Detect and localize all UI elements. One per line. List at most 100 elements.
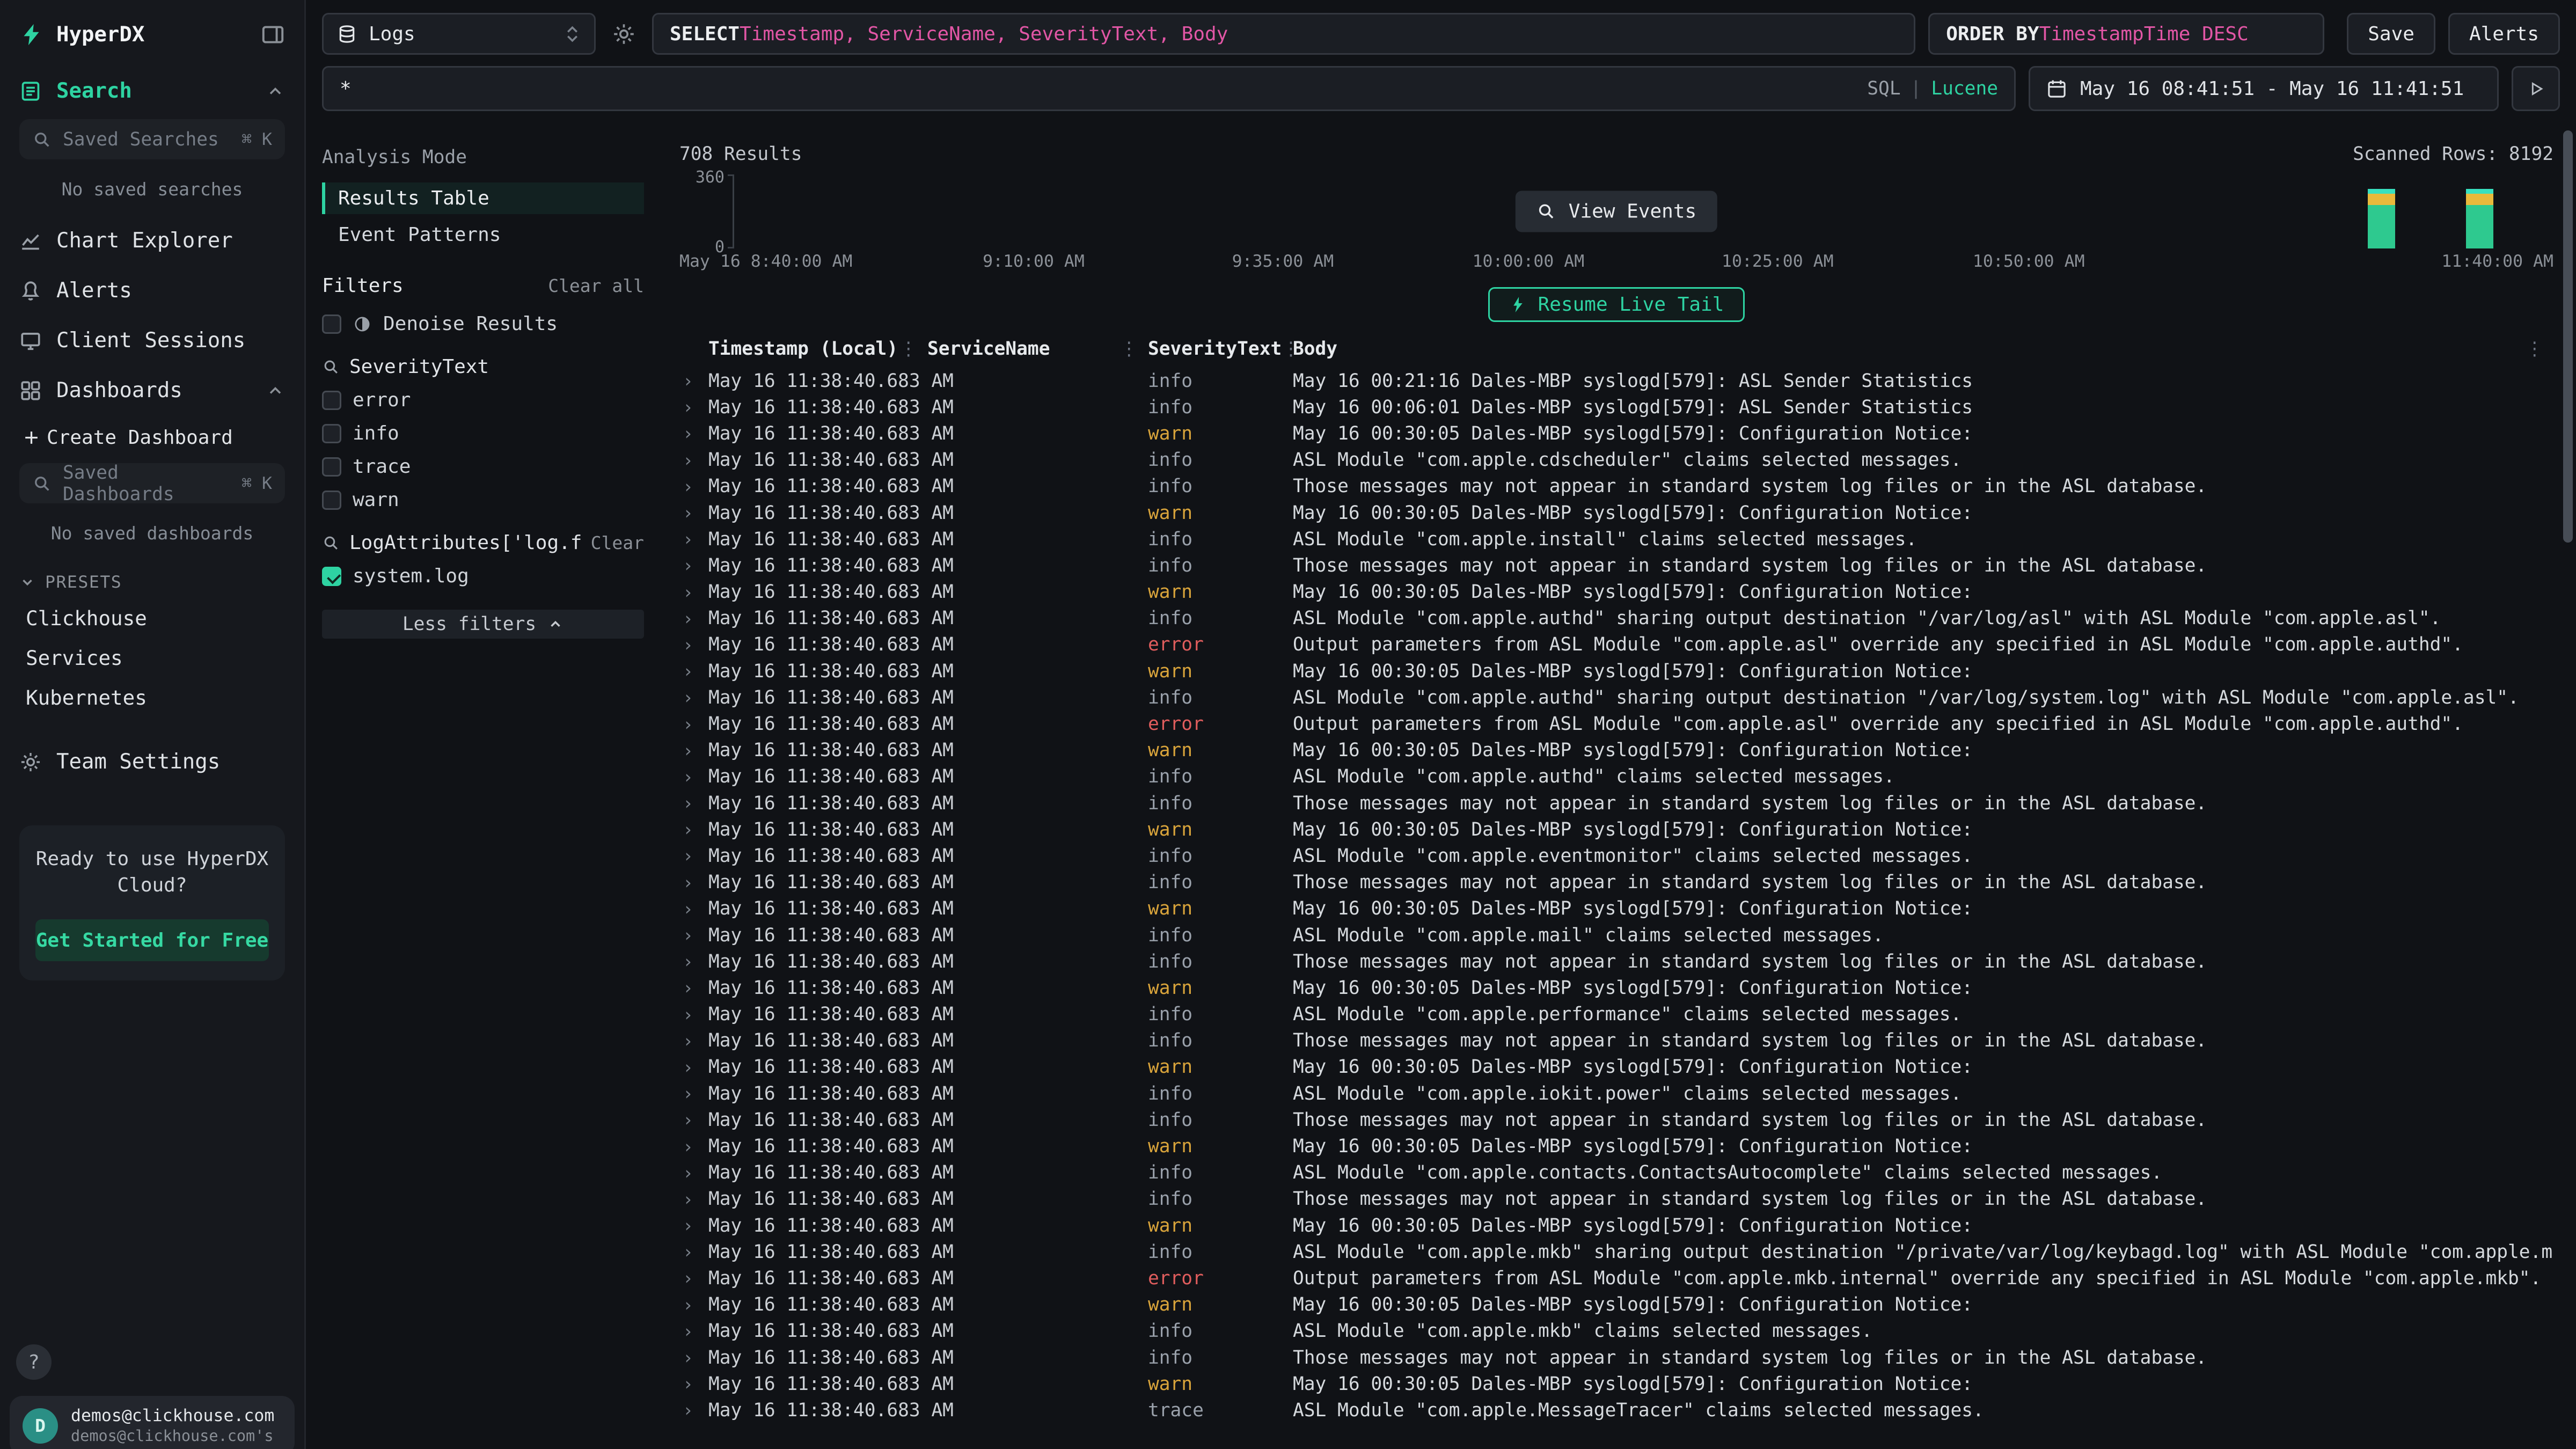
preset-item-kubernetes[interactable]: Kubernetes (0, 678, 304, 718)
table-row[interactable]: ›May 16 11:38:40.683 AMwarnMay 16 00:30:… (679, 816, 2553, 843)
mode-results-table[interactable]: Results Table (322, 182, 644, 214)
row-expand-chevron-icon[interactable]: › (679, 1215, 708, 1236)
row-expand-chevron-icon[interactable]: › (679, 845, 708, 866)
row-expand-chevron-icon[interactable]: › (679, 608, 708, 629)
row-expand-chevron-icon[interactable]: › (679, 423, 708, 444)
severity-checkbox-info[interactable] (322, 424, 341, 443)
row-expand-chevron-icon[interactable]: › (679, 1294, 708, 1315)
lucene-toggle[interactable]: Lucene (1931, 78, 1998, 99)
table-row[interactable]: ›May 16 11:38:40.683 AMwarnMay 16 00:30:… (679, 1212, 2553, 1239)
row-expand-chevron-icon[interactable]: › (679, 661, 708, 682)
row-expand-chevron-icon[interactable]: › (679, 1057, 708, 1078)
severity-option-warn[interactable]: warn (322, 489, 644, 511)
date-range-picker[interactable]: May 16 08:41:51 - May 16 11:41:51 (2029, 66, 2499, 111)
table-row[interactable]: ›May 16 11:38:40.683 AMinfoASL Module "c… (679, 1239, 2553, 1265)
histogram-bar-1[interactable] (2466, 189, 2493, 248)
row-expand-chevron-icon[interactable]: › (679, 397, 708, 418)
presets-toggle[interactable]: PRESETS (0, 560, 304, 598)
table-row[interactable]: ›May 16 11:38:40.683 AMinfoThose message… (679, 473, 2553, 500)
row-expand-chevron-icon[interactable]: › (679, 555, 708, 576)
logfile-option-system.log[interactable]: system.log (322, 565, 644, 587)
table-row[interactable]: ›May 16 11:38:40.683 AMwarnMay 16 00:30:… (679, 737, 2553, 764)
row-expand-chevron-icon[interactable]: › (679, 766, 708, 787)
order-by-input[interactable]: ORDER BY TimestampTime DESC (1928, 13, 2324, 55)
row-expand-chevron-icon[interactable]: › (679, 634, 708, 655)
severity-option-info[interactable]: info (322, 422, 644, 444)
row-expand-chevron-icon[interactable]: › (679, 1321, 708, 1342)
row-expand-chevron-icon[interactable]: › (679, 925, 708, 946)
select-clause-input[interactable]: SELECT Timestamp, ServiceName, SeverityT… (652, 13, 1915, 55)
saved-searches-input[interactable]: Saved Searches ⌘ K (19, 119, 285, 159)
sidebar-item-search[interactable]: Search (0, 66, 304, 116)
table-row[interactable]: ›May 16 11:38:40.683 AMinfoASL Module "c… (679, 1001, 2553, 1028)
table-row[interactable]: ›May 16 11:38:40.683 AMinfoMay 16 00:21:… (679, 368, 2553, 394)
row-expand-chevron-icon[interactable]: › (679, 1347, 708, 1368)
table-row[interactable]: ›May 16 11:38:40.683 AMinfoThose message… (679, 1186, 2553, 1212)
row-expand-chevron-icon[interactable]: › (679, 1373, 708, 1394)
table-row[interactable]: ›May 16 11:38:40.683 AMwarnMay 16 00:30:… (679, 658, 2553, 684)
table-row[interactable]: ›May 16 11:38:40.683 AMinfoMay 16 00:06:… (679, 394, 2553, 420)
row-expand-chevron-icon[interactable]: › (679, 951, 708, 972)
table-row[interactable]: ›May 16 11:38:40.683 AMerrorOutput param… (679, 1265, 2553, 1291)
logfile-clear-link[interactable]: Clear (591, 532, 644, 553)
table-row[interactable]: ›May 16 11:38:40.683 AMwarnMay 16 00:30:… (679, 420, 2553, 447)
table-row[interactable]: ›May 16 11:38:40.683 AMwarnMay 16 00:30:… (679, 1054, 2553, 1080)
row-expand-chevron-icon[interactable]: › (679, 898, 708, 919)
table-row[interactable]: ›May 16 11:38:40.683 AMinfoASL Module "c… (679, 526, 2553, 552)
severity-checkbox-trace[interactable] (322, 457, 341, 477)
table-row[interactable]: ›May 16 11:38:40.683 AMwarnMay 16 00:30:… (679, 579, 2553, 605)
row-expand-chevron-icon[interactable]: › (679, 687, 708, 708)
logfile-checkbox-system.log[interactable] (322, 567, 341, 586)
view-events-button[interactable]: View Events (1516, 191, 1717, 232)
table-row[interactable]: ›May 16 11:38:40.683 AMtraceASL Module "… (679, 1397, 2553, 1423)
sidebar-item-chart-explorer[interactable]: Chart Explorer (0, 216, 304, 266)
histogram-bar-0[interactable] (2368, 189, 2395, 248)
scrollbar-thumb[interactable] (2563, 130, 2573, 543)
table-row[interactable]: ›May 16 11:38:40.683 AMerrorOutput param… (679, 711, 2553, 737)
denoise-checkbox-row[interactable]: Denoise Results (322, 313, 644, 335)
row-expand-chevron-icon[interactable]: › (679, 1030, 708, 1051)
preset-item-clickhouse[interactable]: Clickhouse (0, 598, 304, 638)
table-row[interactable]: ›May 16 11:38:40.683 AMwarnMay 16 00:30:… (679, 975, 2553, 1001)
sidebar-item-alerts[interactable]: Alerts (0, 266, 304, 316)
row-expand-chevron-icon[interactable]: › (679, 1004, 708, 1025)
row-expand-chevron-icon[interactable]: › (679, 582, 708, 603)
row-expand-chevron-icon[interactable]: › (679, 370, 708, 391)
denoise-checkbox[interactable] (322, 314, 341, 334)
column-menu-icon[interactable]: ⋮ (1120, 338, 1139, 360)
preset-item-services[interactable]: Services (0, 638, 304, 678)
column-header-severitytext[interactable]: SeverityText ⋮ (1148, 338, 1293, 360)
mode-event-patterns[interactable]: Event Patterns (322, 219, 644, 251)
table-row[interactable]: ›May 16 11:38:40.683 AMinfoThose message… (679, 552, 2553, 579)
resume-live-tail-button[interactable]: Resume Live Tail (1488, 287, 1745, 322)
table-row[interactable]: ›May 16 11:38:40.683 AMinfoASL Module "c… (679, 922, 2553, 948)
chevron-up-icon[interactable] (266, 381, 285, 400)
help-button[interactable]: ? (16, 1344, 52, 1380)
row-expand-chevron-icon[interactable]: › (679, 1189, 708, 1210)
row-expand-chevron-icon[interactable]: › (679, 502, 708, 523)
table-row[interactable]: ›May 16 11:38:40.683 AMinfoThose message… (679, 790, 2553, 816)
source-settings-button[interactable] (609, 22, 639, 46)
row-expand-chevron-icon[interactable]: › (679, 1109, 708, 1130)
table-row[interactable]: ›May 16 11:38:40.683 AMwarnMay 16 00:30:… (679, 1371, 2553, 1397)
table-row[interactable]: ›May 16 11:38:40.683 AMinfoThose message… (679, 948, 2553, 975)
table-row[interactable]: ›May 16 11:38:40.683 AMinfoThose message… (679, 869, 2553, 896)
user-menu[interactable]: D demos@clickhouse.com demos@clickhouse.… (10, 1396, 295, 1449)
row-expand-chevron-icon[interactable]: › (679, 872, 708, 893)
clear-all-link[interactable]: Clear all (548, 275, 644, 296)
save-button[interactable]: Save (2347, 13, 2435, 55)
row-expand-chevron-icon[interactable]: › (679, 1162, 708, 1183)
severity-checkbox-warn[interactable] (322, 491, 341, 510)
row-expand-chevron-icon[interactable]: › (679, 1083, 708, 1104)
severity-option-error[interactable]: error (322, 389, 644, 411)
sidebar-item-dashboards[interactable]: Dashboards (0, 365, 304, 415)
sql-toggle[interactable]: SQL (1867, 78, 1900, 99)
alerts-button[interactable]: Alerts (2448, 13, 2560, 55)
saved-dashboards-input[interactable]: Saved Dashboards ⌘ K (19, 463, 285, 503)
table-row[interactable]: ›May 16 11:38:40.683 AMwarnMay 16 00:30:… (679, 500, 2553, 526)
row-expand-chevron-icon[interactable]: › (679, 1268, 708, 1289)
get-started-button[interactable]: Get Started for Free (35, 919, 269, 961)
table-row[interactable]: ›May 16 11:38:40.683 AMinfoThose message… (679, 1344, 2553, 1371)
sidebar-item-team-settings[interactable]: Team Settings (0, 737, 304, 787)
chevron-up-icon[interactable] (266, 82, 285, 101)
